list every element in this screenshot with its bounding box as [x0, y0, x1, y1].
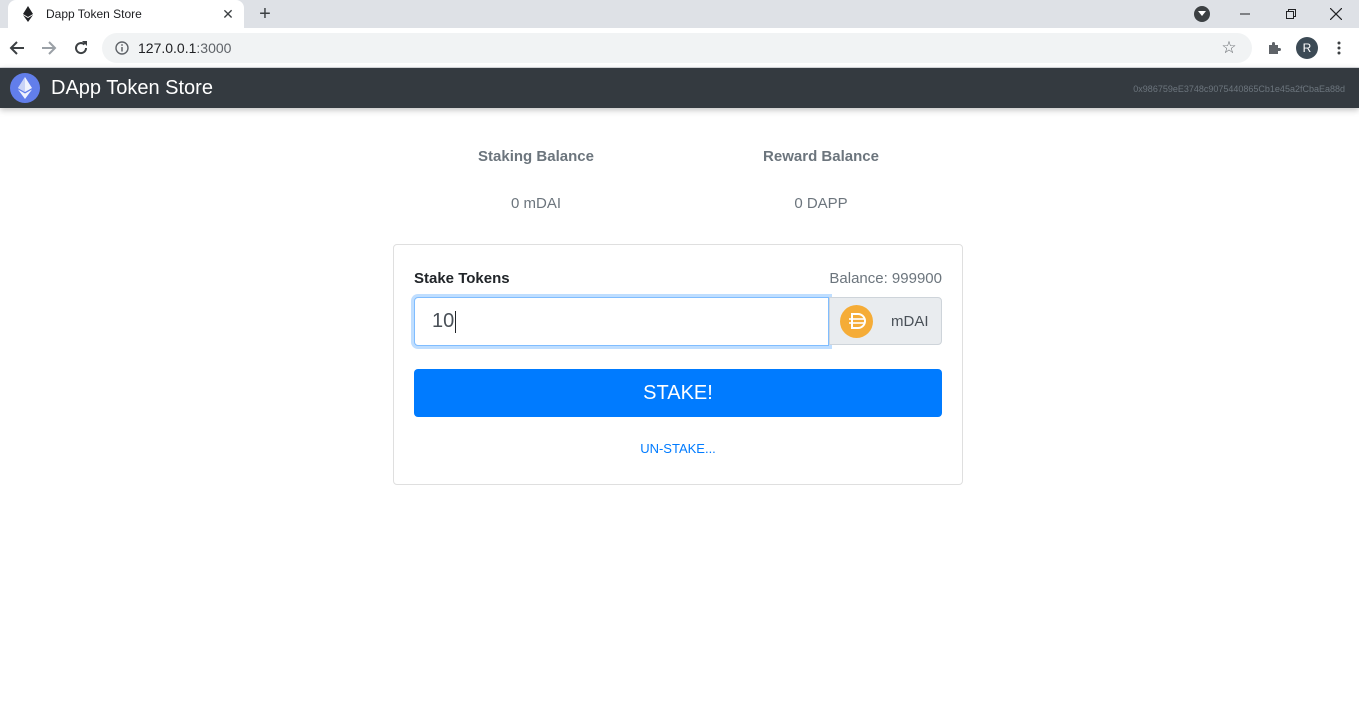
back-arrow-icon[interactable]	[5, 36, 29, 60]
tab-search-icon[interactable]	[1194, 6, 1210, 22]
dai-token-icon	[840, 304, 873, 338]
restore-icon[interactable]	[1268, 0, 1314, 28]
address-bar[interactable]: 127.0.0.1:3000 ☆	[102, 33, 1252, 63]
wallet-balance: Balance: 999900	[829, 270, 942, 287]
stake-card: Stake Tokens Balance: 999900 10 mDAI STA…	[393, 244, 963, 485]
app-navbar: DApp Token Store 0x986759eE3748c90754408…	[0, 68, 1359, 108]
tab-title: Dapp Token Store	[46, 7, 142, 21]
forward-arrow-icon[interactable]	[37, 36, 61, 60]
stake-amount-input[interactable]: 10	[414, 297, 829, 346]
browser-tab[interactable]: Dapp Token Store ✕	[8, 0, 244, 28]
reload-icon[interactable]	[69, 36, 93, 60]
browser-toolbar: 127.0.0.1:3000 ☆ R	[0, 28, 1359, 68]
token-addon: mDAI	[829, 297, 942, 345]
stake-amount-value: 10	[432, 310, 455, 332]
brand-name: DApp Token Store	[51, 76, 213, 99]
minimize-icon[interactable]	[1222, 0, 1268, 28]
reward-balance-value: 0 DAPP	[794, 195, 848, 212]
new-tab-icon[interactable]: +	[254, 3, 276, 25]
staking-balance-value: 0 mDAI	[510, 195, 561, 212]
unstake-link[interactable]: UN-STAKE...	[394, 441, 962, 456]
browser-menu-icon[interactable]	[1327, 36, 1351, 60]
close-window-icon[interactable]	[1313, 0, 1359, 28]
staking-balance: Staking Balance 0 mDAI	[406, 148, 666, 212]
brand-link[interactable]: DApp Token Store	[10, 73, 213, 103]
site-info-icon[interactable]	[114, 40, 130, 56]
browser-tabstrip: Dapp Token Store ✕ +	[0, 0, 1359, 28]
text-caret	[455, 310, 457, 333]
close-tab-icon[interactable]: ✕	[220, 6, 236, 22]
ethereum-favicon-icon	[20, 6, 36, 22]
token-unit: mDAI	[891, 312, 929, 330]
reward-balance-label: Reward Balance	[763, 148, 879, 165]
profile-avatar[interactable]: R	[1295, 36, 1319, 60]
ethereum-logo-icon	[10, 73, 40, 103]
extensions-puzzle-icon[interactable]	[1262, 36, 1286, 60]
stake-button[interactable]: STAKE!	[414, 369, 942, 417]
staking-balance-label: Staking Balance	[478, 148, 594, 165]
bookmark-star-icon[interactable]: ☆	[1220, 38, 1238, 57]
stake-tokens-label: Stake Tokens	[414, 270, 510, 287]
url-text: 127.0.0.1:3000	[138, 40, 232, 56]
reward-balance: Reward Balance 0 DAPP	[691, 148, 951, 212]
account-address: 0x986759eE3748c9075440865Cb1e45a2fCbaEa8…	[1133, 84, 1345, 94]
